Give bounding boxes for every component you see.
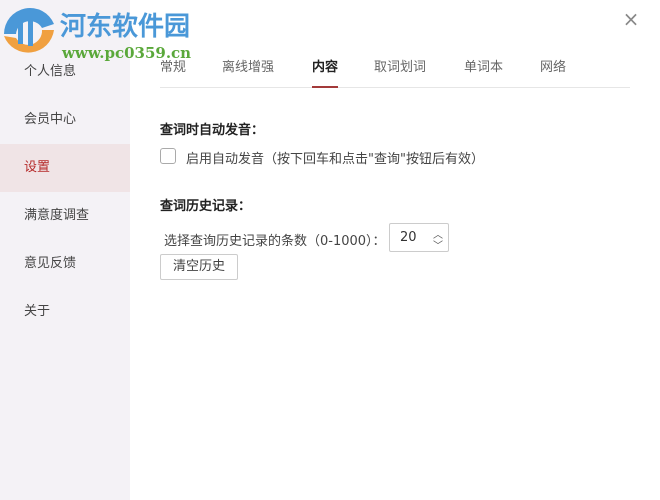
watermark-title: 河东软件园 (60, 12, 191, 42)
sidebar-item-membership[interactable]: 会员中心 (0, 96, 130, 144)
sidebar-item-about[interactable]: 关于 (0, 288, 130, 336)
auto-pronounce-heading: 查词时自动发音： (160, 123, 265, 138)
tab-content[interactable]: 内容 (312, 56, 339, 88)
sidebar-item-feedback[interactable]: 意见反馈 (0, 240, 130, 288)
sidebar-item-survey[interactable]: 满意度调查 (0, 192, 130, 240)
tab-wordbook[interactable]: 单词本 (464, 56, 503, 88)
tab-network[interactable]: 网络 (540, 56, 566, 88)
tab-bar: 常规 离线增强 内容 取词划词 单词本 网络 (160, 56, 630, 88)
history-count-value[interactable]: 20 (400, 230, 417, 245)
history-count-label: 选择查询历史记录的条数（0-1000）： (164, 234, 386, 249)
auto-pronounce-checkbox[interactable] (160, 148, 176, 164)
tab-offline[interactable]: 离线增强 (222, 56, 274, 88)
tab-general[interactable]: 常规 (160, 56, 186, 88)
sidebar: 个人信息 会员中心 设置 满意度调查 意见反馈 关于 (0, 0, 130, 500)
sidebar-item-settings[interactable]: 设置 (0, 144, 130, 192)
auto-pronounce-label: 启用自动发音（按下回车和点击"查询"按钮后有效） (186, 152, 484, 167)
tab-word-capture[interactable]: 取词划词 (374, 56, 426, 88)
watermark-logo: 河东软件园 www.pc0359.cn (0, 0, 200, 62)
chevron-down-icon[interactable]: ﹀ (433, 237, 443, 252)
history-count-stepper[interactable]: 20 ︿ ﹀ (389, 223, 449, 252)
history-heading: 查词历史记录： (160, 199, 252, 214)
logo-icon (4, 7, 54, 53)
close-icon[interactable]: × (622, 9, 640, 29)
clear-history-button[interactable]: 清空历史 (160, 254, 238, 280)
